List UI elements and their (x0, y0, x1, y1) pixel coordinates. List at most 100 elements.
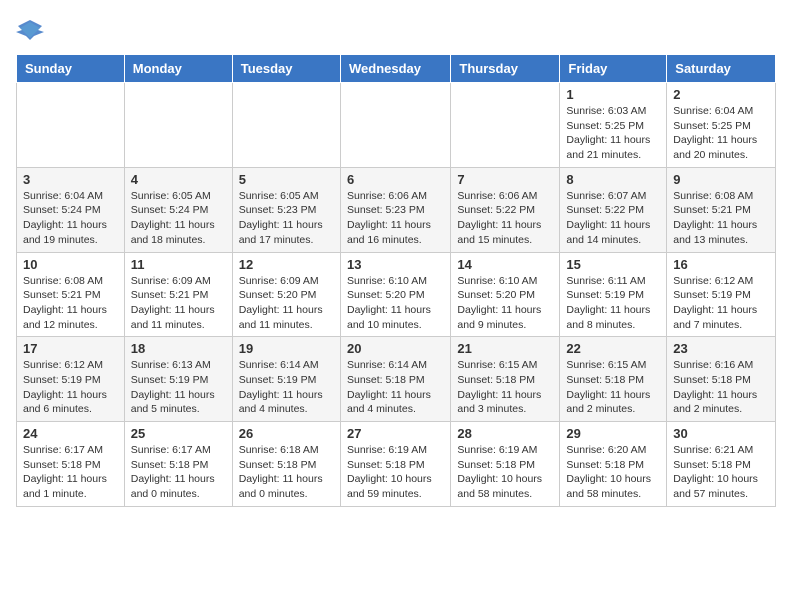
day-info: Sunrise: 6:16 AMSunset: 5:18 PMDaylight:… (673, 358, 769, 417)
calendar-cell (124, 83, 232, 168)
day-number: 10 (23, 257, 118, 272)
day-number: 28 (457, 426, 553, 441)
calendar-header-saturday: Saturday (667, 55, 776, 83)
day-info: Sunrise: 6:06 AMSunset: 5:22 PMDaylight:… (457, 189, 553, 248)
calendar-cell: 22 Sunrise: 6:15 AMSunset: 5:18 PMDayligh… (560, 337, 667, 422)
day-info: Sunrise: 6:12 AMSunset: 5:19 PMDaylight:… (673, 274, 769, 333)
calendar-header-sunday: Sunday (17, 55, 125, 83)
calendar-cell: 17Sunrise: 6:12 AMSunset: 5:19 PMDayligh… (17, 337, 125, 422)
calendar-cell: 1 Sunrise: 6:03 AMSunset: 5:25 PMDaylight… (560, 83, 667, 168)
day-number: 15 (566, 257, 660, 272)
calendar-cell: 26 Sunrise: 6:18 AMSunset: 5:18 PMDayligh… (232, 422, 340, 507)
calendar-cell: 14Sunrise: 6:10 AMSunset: 5:20 PMDayligh… (451, 252, 560, 337)
day-number: 12 (239, 257, 334, 272)
calendar-cell: 2Sunrise: 6:04 AMSunset: 5:25 PMDaylight… (667, 83, 776, 168)
day-number: 26 (239, 426, 334, 441)
day-info: Sunrise: 6:08 AMSunset: 5:21 PMDaylight:… (673, 189, 769, 248)
calendar-header-monday: Monday (124, 55, 232, 83)
calendar-table: SundayMondayTuesdayWednesdayThursdayFrid… (16, 54, 776, 507)
day-number: 11 (131, 257, 226, 272)
day-number: 22 (566, 341, 660, 356)
day-info: Sunrise: 6:18 AMSunset: 5:18 PMDaylight:… (239, 443, 334, 502)
day-info: Sunrise: 6:15 AMSunset: 5:18 PMDaylight:… (457, 358, 553, 417)
day-info: Sunrise: 6:03 AMSunset: 5:25 PMDaylight:… (566, 104, 660, 163)
calendar-cell: 29 Sunrise: 6:20 AMSunset: 5:18 PMDayligh… (560, 422, 667, 507)
calendar-cell: 30 Sunrise: 6:21 AMSunset: 5:18 PMDayligh… (667, 422, 776, 507)
calendar-cell: 12Sunrise: 6:09 AMSunset: 5:20 PMDayligh… (232, 252, 340, 337)
logo-icon (16, 16, 44, 44)
calendar-header-tuesday: Tuesday (232, 55, 340, 83)
day-info: Sunrise: 6:04 AMSunset: 5:25 PMDaylight:… (673, 104, 769, 163)
calendar-cell: 10 Sunrise: 6:08 AMSunset: 5:21 PMDayligh… (17, 252, 125, 337)
logo (16, 16, 48, 44)
day-number: 24 (23, 426, 118, 441)
day-info: Sunrise: 6:05 AMSunset: 5:24 PMDaylight:… (131, 189, 226, 248)
calendar-cell: 25Sunrise: 6:17 AMSunset: 5:18 PMDayligh… (124, 422, 232, 507)
day-number: 7 (457, 172, 553, 187)
day-info: Sunrise: 6:08 AMSunset: 5:21 PMDaylight:… (23, 274, 118, 333)
calendar-week-2: 3Sunrise: 6:04 AMSunset: 5:24 PMDaylight… (17, 167, 776, 252)
day-info: Sunrise: 6:10 AMSunset: 5:20 PMDaylight:… (347, 274, 444, 333)
day-info: Sunrise: 6:05 AMSunset: 5:23 PMDaylight:… (239, 189, 334, 248)
calendar-cell: 15 Sunrise: 6:11 AMSunset: 5:19 PMDayligh… (560, 252, 667, 337)
calendar-cell: 4 Sunrise: 6:05 AMSunset: 5:24 PMDaylight… (124, 167, 232, 252)
calendar-cell: 11 Sunrise: 6:09 AMSunset: 5:21 PMDayligh… (124, 252, 232, 337)
day-number: 21 (457, 341, 553, 356)
day-number: 14 (457, 257, 553, 272)
day-number: 18 (131, 341, 226, 356)
calendar-cell: 23 Sunrise: 6:16 AMSunset: 5:18 PMDayligh… (667, 337, 776, 422)
calendar-cell: 3Sunrise: 6:04 AMSunset: 5:24 PMDaylight… (17, 167, 125, 252)
calendar-cell (17, 83, 125, 168)
calendar-cell: 6 Sunrise: 6:06 AMSunset: 5:23 PMDaylight… (340, 167, 450, 252)
day-number: 1 (566, 87, 660, 102)
day-info: Sunrise: 6:09 AMSunset: 5:21 PMDaylight:… (131, 274, 226, 333)
day-number: 30 (673, 426, 769, 441)
calendar-week-3: 10 Sunrise: 6:08 AMSunset: 5:21 PMDayligh… (17, 252, 776, 337)
calendar-cell: 28 Sunrise: 6:19 AMSunset: 5:18 PMDayligh… (451, 422, 560, 507)
calendar-header-row: SundayMondayTuesdayWednesdayThursdayFrid… (17, 55, 776, 83)
calendar-cell: 13 Sunrise: 6:10 AMSunset: 5:20 PMDayligh… (340, 252, 450, 337)
day-info: Sunrise: 6:06 AMSunset: 5:23 PMDaylight:… (347, 189, 444, 248)
calendar-week-4: 17Sunrise: 6:12 AMSunset: 5:19 PMDayligh… (17, 337, 776, 422)
calendar-header-friday: Friday (560, 55, 667, 83)
calendar-week-5: 24 Sunrise: 6:17 AMSunset: 5:18 PMDayligh… (17, 422, 776, 507)
day-number: 13 (347, 257, 444, 272)
day-info: Sunrise: 6:17 AMSunset: 5:18 PMDaylight:… (131, 443, 226, 502)
day-info: Sunrise: 6:04 AMSunset: 5:24 PMDaylight:… (23, 189, 118, 248)
day-info: Sunrise: 6:14 AMSunset: 5:18 PMDaylight:… (347, 358, 444, 417)
day-number: 29 (566, 426, 660, 441)
day-number: 6 (347, 172, 444, 187)
calendar-cell: 20 Sunrise: 6:14 AMSunset: 5:18 PMDayligh… (340, 337, 450, 422)
day-info: Sunrise: 6:14 AMSunset: 5:19 PMDaylight:… (239, 358, 334, 417)
day-info: Sunrise: 6:11 AMSunset: 5:19 PMDaylight:… (566, 274, 660, 333)
day-number: 27 (347, 426, 444, 441)
calendar-cell: 21 Sunrise: 6:15 AMSunset: 5:18 PMDayligh… (451, 337, 560, 422)
day-info: Sunrise: 6:20 AMSunset: 5:18 PMDaylight:… (566, 443, 660, 502)
calendar-header-thursday: Thursday (451, 55, 560, 83)
calendar-week-1: 1 Sunrise: 6:03 AMSunset: 5:25 PMDaylight… (17, 83, 776, 168)
day-number: 5 (239, 172, 334, 187)
day-number: 16 (673, 257, 769, 272)
day-info: Sunrise: 6:15 AMSunset: 5:18 PMDaylight:… (566, 358, 660, 417)
day-number: 17 (23, 341, 118, 356)
calendar-cell: 18 Sunrise: 6:13 AMSunset: 5:19 PMDayligh… (124, 337, 232, 422)
day-number: 9 (673, 172, 769, 187)
day-info: Sunrise: 6:17 AMSunset: 5:18 PMDaylight:… (23, 443, 118, 502)
day-info: Sunrise: 6:19 AMSunset: 5:18 PMDaylight:… (347, 443, 444, 502)
day-number: 20 (347, 341, 444, 356)
calendar-cell: 27 Sunrise: 6:19 AMSunset: 5:18 PMDayligh… (340, 422, 450, 507)
calendar-cell: 5 Sunrise: 6:05 AMSunset: 5:23 PMDaylight… (232, 167, 340, 252)
calendar-cell: 7 Sunrise: 6:06 AMSunset: 5:22 PMDaylight… (451, 167, 560, 252)
calendar-cell (340, 83, 450, 168)
day-info: Sunrise: 6:13 AMSunset: 5:19 PMDaylight:… (131, 358, 226, 417)
calendar-cell: 9 Sunrise: 6:08 AMSunset: 5:21 PMDaylight… (667, 167, 776, 252)
day-number: 4 (131, 172, 226, 187)
day-info: Sunrise: 6:21 AMSunset: 5:18 PMDaylight:… (673, 443, 769, 502)
calendar-cell: 16 Sunrise: 6:12 AMSunset: 5:19 PMDayligh… (667, 252, 776, 337)
day-number: 23 (673, 341, 769, 356)
calendar-header-wednesday: Wednesday (340, 55, 450, 83)
calendar-cell (232, 83, 340, 168)
day-info: Sunrise: 6:07 AMSunset: 5:22 PMDaylight:… (566, 189, 660, 248)
day-info: Sunrise: 6:19 AMSunset: 5:18 PMDaylight:… (457, 443, 553, 502)
day-number: 8 (566, 172, 660, 187)
